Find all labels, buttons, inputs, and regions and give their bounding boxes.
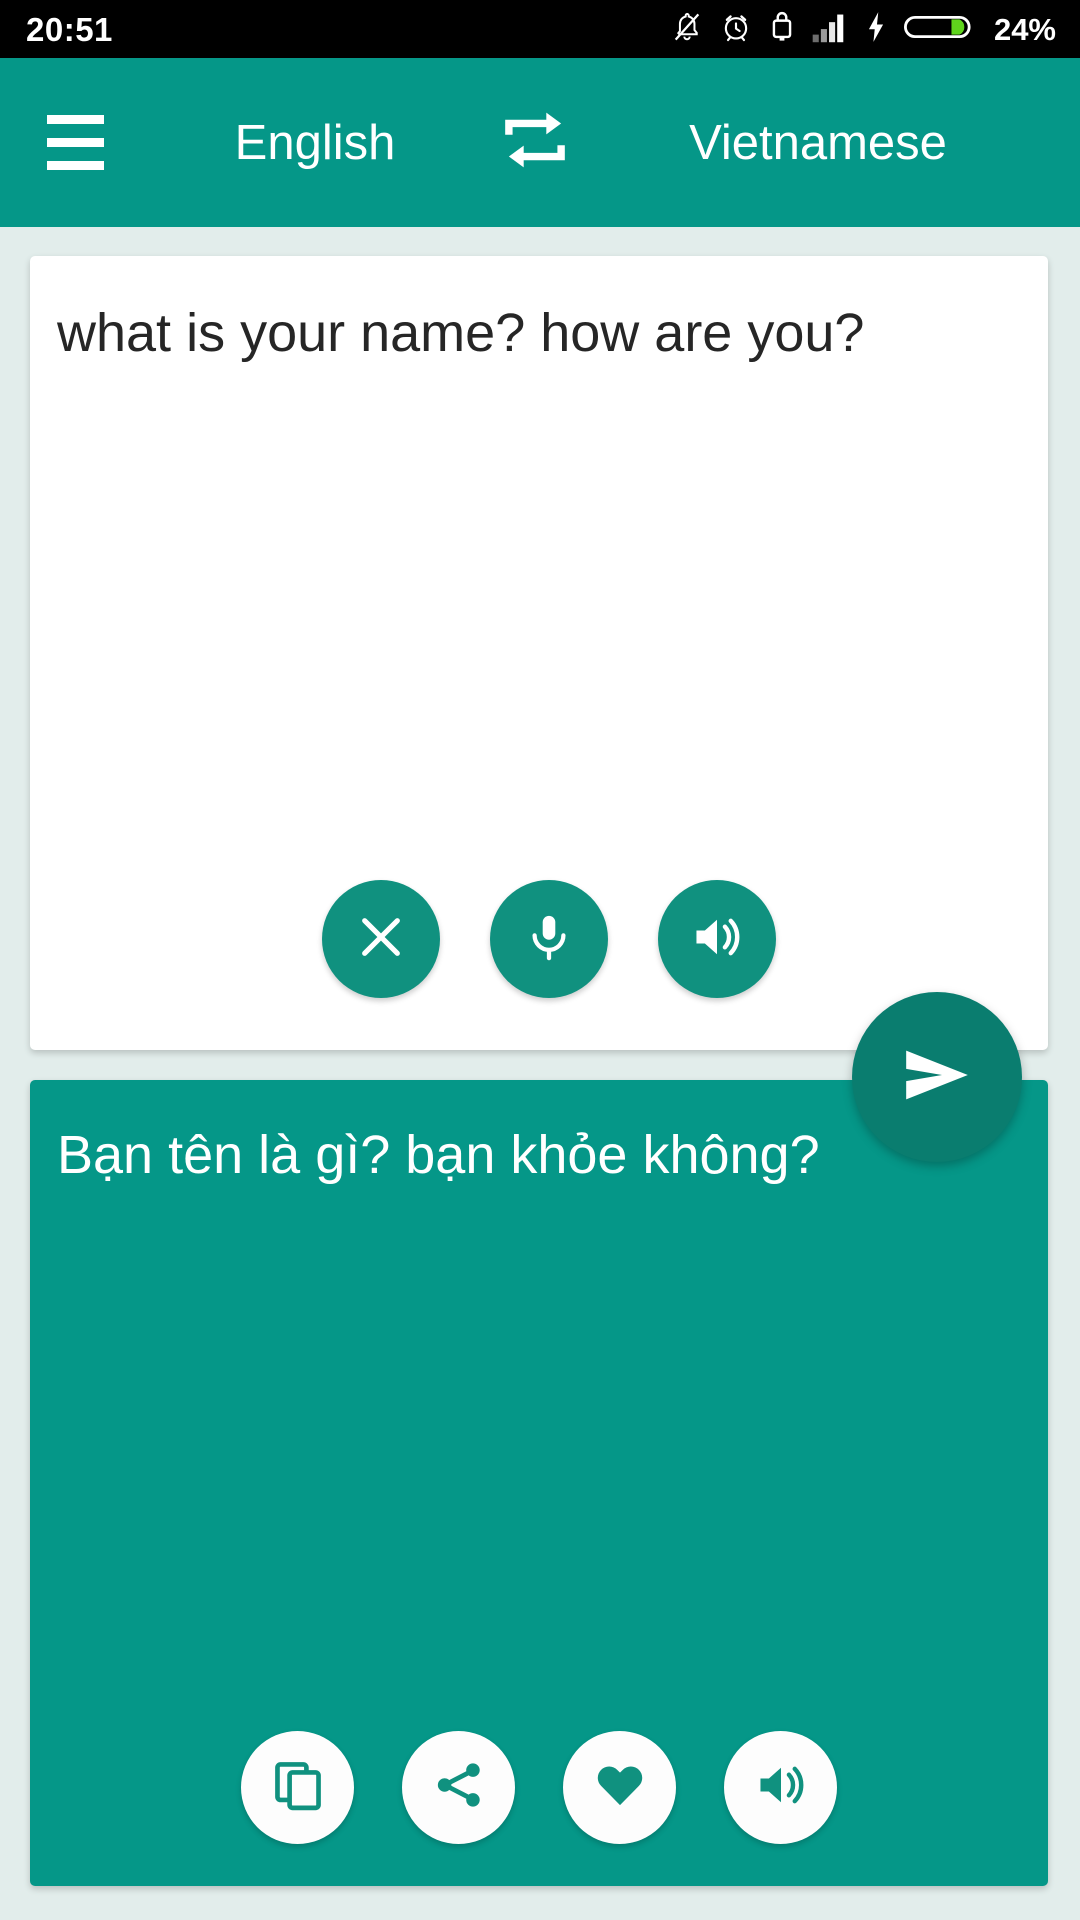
share-button[interactable] [402, 1731, 515, 1844]
microphone-icon [522, 910, 576, 969]
hamburger-line [46, 138, 104, 147]
heart-icon [592, 1757, 648, 1818]
hamburger-line [46, 161, 104, 170]
source-action-bar [30, 880, 1048, 998]
target-language-selector[interactable]: Vietnamese [590, 115, 1080, 171]
close-x-icon [353, 909, 409, 970]
favorite-button[interactable] [563, 1731, 676, 1844]
source-language-selector[interactable]: English [150, 115, 480, 171]
usb-lock-icon [769, 10, 795, 49]
clear-button[interactable] [322, 880, 440, 998]
copy-icon [270, 1757, 326, 1818]
app-toolbar: English Vietnamese [0, 58, 1080, 227]
translation-result-card[interactable]: Bạn tên là gì? bạn khỏe không? [30, 1080, 1048, 1886]
swap-languages-icon [498, 103, 572, 182]
speaker-icon [689, 909, 745, 970]
charging-bolt-icon [865, 10, 887, 49]
speaker-icon [753, 1757, 809, 1818]
status-time: 20:51 [26, 10, 113, 48]
battery-icon [903, 10, 972, 49]
battery-percent: 24% [993, 11, 1056, 47]
signal-bars-icon [812, 10, 848, 49]
source-text-input[interactable]: what is your name? how are you? [57, 300, 997, 368]
send-translate-button[interactable] [852, 992, 1022, 1162]
translation-output-text: Bạn tên là gì? bạn khỏe không? [57, 1125, 820, 1185]
bell-muted-icon [671, 10, 703, 49]
copy-button[interactable] [241, 1731, 354, 1844]
alarm-clock-icon [720, 10, 752, 49]
hamburger-line [46, 115, 104, 124]
speak-source-button[interactable] [658, 880, 776, 998]
hamburger-menu-icon[interactable] [0, 58, 150, 227]
share-icon [432, 1758, 486, 1817]
status-bar: 20:51 24% [0, 0, 1080, 58]
send-arrow-icon [894, 1032, 980, 1123]
swap-languages-button[interactable] [480, 58, 590, 227]
mic-button[interactable] [490, 880, 608, 998]
result-action-bar [30, 1731, 1048, 1844]
source-text-card[interactable]: what is your name? how are you? [30, 256, 1048, 1050]
speak-result-button[interactable] [724, 1731, 837, 1844]
status-icons: 24% [671, 10, 1056, 49]
